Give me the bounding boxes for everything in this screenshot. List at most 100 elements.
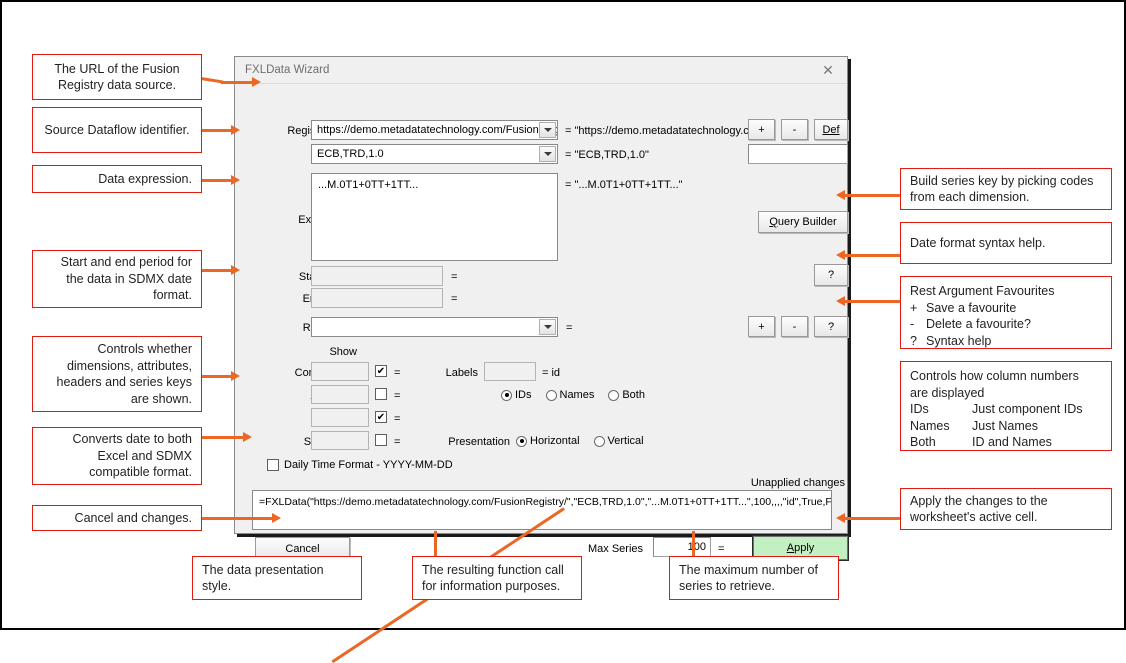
callout-url-source-text: The URL of the Fusion Registry data sour… [54,61,180,93]
dataflow-extra-input[interactable] [748,144,848,164]
callout-date-help-text: Date format syntax help. [910,235,1046,250]
arrow-apply [836,513,845,523]
arrow-url-source [252,77,261,87]
expression-textarea[interactable]: ...M.0T1+0TT+1TT... [311,173,558,261]
labels-help-key: Names [910,418,950,433]
series-key-checkbox[interactable] [375,434,387,446]
rest-args-combo[interactable] [311,317,558,337]
rest-favourites-text: Delete a favourite? [926,317,1031,331]
arrow-cancel [272,513,281,523]
connector-url-source [200,77,223,83]
series-key-input[interactable] [311,431,369,450]
components-input[interactable] [311,362,369,381]
radio-on-icon [516,435,527,447]
apply-label-rest: pply [794,542,815,554]
callout-dataflow: Source Dataflow identifier. [32,107,202,153]
arrow-rest-favourites [836,296,845,306]
attributes-checkbox[interactable] [375,388,387,400]
connector-periods [201,269,233,272]
date-help-button[interactable]: ? [814,264,848,286]
url-add-button[interactable]: + [748,119,775,140]
callout-periods-text: Start and end period for the data in SDM… [60,255,192,303]
presentation-radio-horizontal[interactable]: Horizontal [516,435,580,447]
daily-time-format-label: Daily Time Format - YYYY-MM-DD [284,459,453,471]
rest-add-button[interactable]: + [748,316,775,337]
callout-cancel-text: Cancel and changes. [74,510,192,525]
callout-apply: Apply the changes to the worksheet's act… [900,488,1112,530]
url-def-button[interactable]: Def [814,119,848,140]
expression-value: ...M.0T1+0TT+1TT... [318,179,419,191]
labels-radio-ids[interactable]: IDs [501,389,532,401]
close-icon[interactable]: ✕ [811,58,845,82]
labels-help-key: IDs [910,402,929,416]
labels-help-value: ID and Names [972,435,1052,449]
start-period-input[interactable] [311,266,443,286]
dialog-title: FXLData Wizard [245,64,330,76]
labels-eq: = id [542,367,561,379]
dataflow-eq: = "ECB,TRD,1.0" [565,149,649,161]
attributes-eq: = [394,390,401,402]
labels-help-row: Both ID and Names [910,434,1102,451]
callout-daily-format-text: Converts date to both Excel and SDMX com… [72,432,192,480]
labels-help-key: Both [910,435,936,449]
rest-favourites-symbol: - [910,317,915,331]
chevron-down-icon[interactable] [539,319,556,335]
callout-expression-text: Data expression. [98,171,192,186]
registry-url-eq: = "https://demo.metadatatechnology.com/F… [565,125,765,137]
registry-url-combo[interactable]: https://demo.metadatatechnology.com/Fusi… [311,120,558,140]
arrow-show-controls [231,371,240,381]
max-series-input[interactable]: 100 [653,537,711,557]
labels-input[interactable] [484,362,536,381]
callout-url-source: The URL of the Fusion Registry data sour… [32,54,202,100]
rest-remove-label: - [792,320,797,333]
connector-formula [434,531,437,556]
rest-favourites-text: Save a favourite [926,300,1017,315]
chevron-down-icon[interactable] [539,146,556,162]
callout-periods: Start and end period for the data in SDM… [32,250,202,308]
labels-radio-ids-label: IDs [515,389,532,401]
labels-radio-both[interactable]: Both [608,389,645,401]
connector-max-series [692,531,695,556]
daily-time-format-checkbox[interactable] [267,459,279,471]
connector-date-help [845,254,900,257]
connector-daily-format [201,436,245,439]
cancel-label: Cancel [285,542,320,555]
arrow-date-help [836,250,845,260]
labels-help-row: IDs Just component IDs [910,401,1102,418]
connector-cancel [201,517,274,520]
callout-labels-help: Controls how column numbers are displaye… [900,361,1112,451]
components-checkbox[interactable] [375,365,387,377]
url-remove-button[interactable]: - [781,119,808,140]
headers-checkbox[interactable] [375,411,387,423]
rest-help-button[interactable]: ? [814,316,848,337]
expression-eq: = "...M.0T1+0TT+1TT..." [565,179,683,191]
labels-radio-names-label: Names [559,389,595,401]
chevron-down-icon[interactable] [539,122,556,138]
callout-max-series-text: The maximum number of series to retrieve… [679,562,818,594]
callout-query-builder-text: Build series key by picking codes from e… [910,173,1094,205]
headers-input[interactable] [311,408,369,427]
query-builder-button[interactable]: Query Builder [758,211,848,233]
labels-radio-names[interactable]: Names [545,389,595,401]
presentation-radio-vertical[interactable]: Vertical [593,435,644,447]
rest-remove-button[interactable]: - [781,316,808,337]
dialog-titlebar[interactable]: FXLData Wizard ✕ [235,57,847,84]
end-period-input[interactable] [311,288,443,308]
attributes-input[interactable] [311,385,369,404]
headers-eq: = [394,413,401,425]
rest-add-label: + [758,320,765,333]
dataflow-combo[interactable]: ECB,TRD,1.0 [311,144,558,164]
labels-help-value: Just Names [972,418,1038,433]
url-add-label: + [758,123,765,136]
labels-radio-both-label: Both [622,389,645,401]
rest-favourites-text: Syntax help [926,333,992,348]
callout-daily-format: Converts date to both Excel and SDMX com… [32,427,202,485]
rest-favourites-row: - Delete a favourite? [910,316,1102,333]
connector-dataflow [201,129,233,132]
connector-show-controls [201,375,233,378]
labels-help-value: Just component IDs [972,402,1083,416]
url-def-label: Def [822,123,840,136]
fxldata-wizard-dialog: FXLData Wizard ✕ Registry URL* https://d… [234,56,849,561]
callout-max-series: The maximum number of series to retrieve… [669,556,839,600]
presentation-radio-horizontal-label: Horizontal [530,435,580,447]
